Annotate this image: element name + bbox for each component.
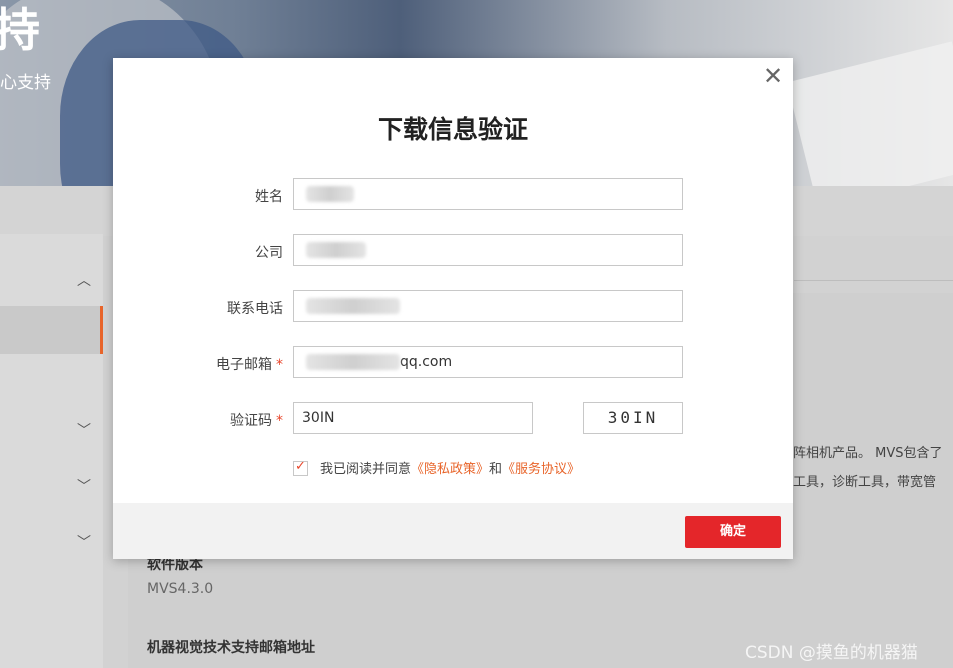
privacy-policy-link[interactable]: 《隐私政策》 xyxy=(411,462,489,477)
confirm-button[interactable]: 确定 xyxy=(685,516,781,548)
close-icon[interactable]: ✕ xyxy=(763,64,783,88)
company-label: 公司 xyxy=(255,245,283,261)
phone-label: 联系电话 xyxy=(227,301,283,317)
divider xyxy=(794,280,953,281)
agreement-checkbox[interactable]: ✓ xyxy=(293,459,308,476)
software-version-value: MVS4.3.0 xyxy=(147,581,214,597)
name-input[interactable] xyxy=(293,178,683,210)
watermark: CSDN @摸鱼的机器猫 xyxy=(745,643,918,663)
redacted-value xyxy=(306,186,354,202)
hero-subtitle: 心支持 xyxy=(0,73,51,93)
redacted-value xyxy=(306,354,400,370)
service-agreement-link[interactable]: 《服务协议》 xyxy=(502,462,580,477)
email-input[interactable]: qq.com xyxy=(293,346,683,378)
sidebar-item-active[interactable] xyxy=(0,306,103,354)
chevron-down-icon[interactable]: ﹀ xyxy=(77,476,91,496)
download-verification-dialog: ✕ 下载信息验证 姓名 公司 联系电话 电子邮箱 * qq.com 验证码 * 30… xyxy=(113,58,793,559)
description-text: 工具，诊断工具，带宽管 xyxy=(793,475,937,490)
agreement-text: 我已阅读并同意 xyxy=(320,462,412,477)
email-label: 电子邮箱 * xyxy=(216,357,283,373)
redacted-value xyxy=(306,298,400,314)
captcha-label: 验证码 * xyxy=(230,413,283,429)
name-label: 姓名 xyxy=(255,189,283,205)
chevron-down-icon[interactable]: ﹀ xyxy=(77,532,91,552)
email-domain: qq.com xyxy=(400,354,453,370)
support-email-heading: 机器视觉技术支持邮箱地址 xyxy=(147,640,315,656)
captcha-input[interactable]: 30IN xyxy=(293,402,533,434)
redacted-value xyxy=(306,242,366,258)
description-text: 阵相机产品。 MVS包含了 xyxy=(793,446,943,461)
agreement-row: ✓ 我已阅读并同意《隐私政策》和《服务协议》 xyxy=(293,458,580,477)
company-input[interactable] xyxy=(293,234,683,266)
chevron-down-icon[interactable]: ﹀ xyxy=(77,420,91,440)
chevron-up-icon[interactable]: ︿ xyxy=(77,270,91,290)
phone-input[interactable] xyxy=(293,290,683,322)
sidebar: ︿ ﹀ ﹀ ﹀ xyxy=(0,234,103,668)
captcha-image[interactable]: 30IN xyxy=(583,402,683,434)
hero-title: 持 xyxy=(0,3,42,57)
hero-product-image xyxy=(786,41,953,186)
check-icon: ✓ xyxy=(295,459,306,474)
dialog-footer: 确定 xyxy=(113,503,793,559)
agreement-and: 和 xyxy=(489,462,503,477)
dialog-title: 下载信息验证 xyxy=(377,115,528,144)
